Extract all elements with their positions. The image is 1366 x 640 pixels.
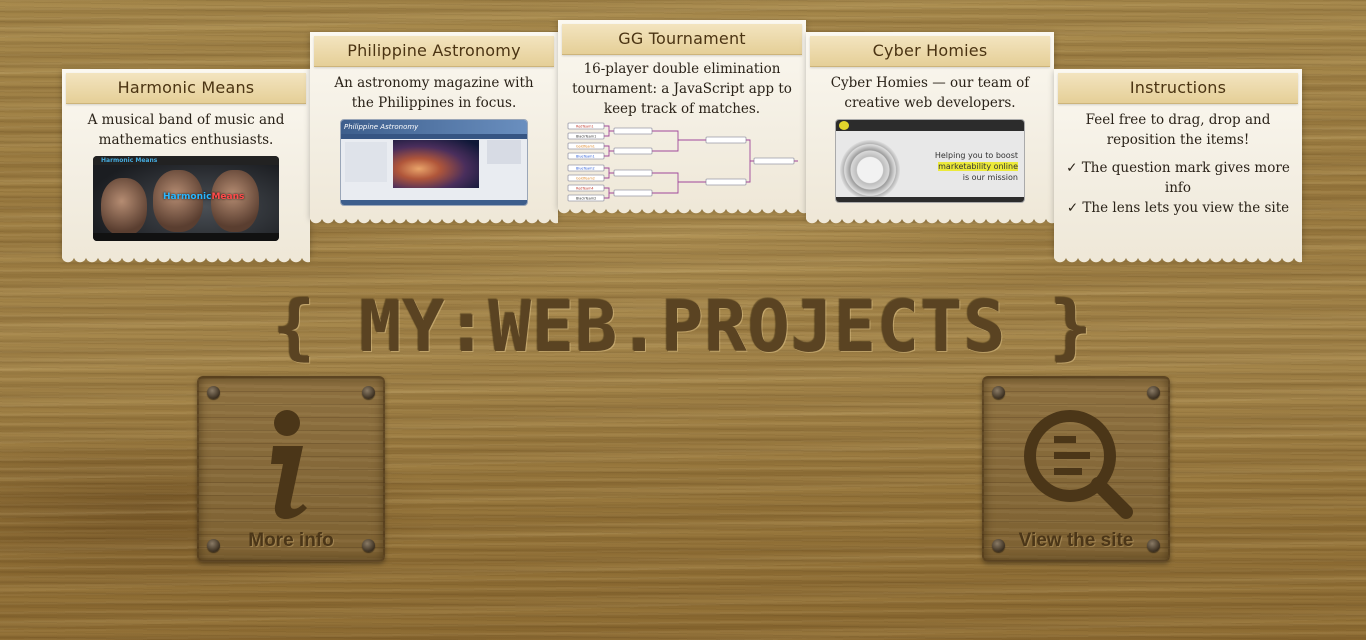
thumbnail-brand: HarmonicMeans	[163, 192, 245, 202]
thumbnail-logo	[839, 121, 849, 130]
project-thumbnail: Harmonic Means HarmonicMeans	[93, 156, 279, 241]
svg-text:GoldTeam2: GoldTeam2	[576, 177, 595, 181]
card-description: A musical band of music and mathematics …	[87, 112, 285, 148]
thumbnail-footer	[836, 197, 1024, 202]
more-info-button[interactable]: More info	[197, 376, 385, 562]
info-icon	[199, 398, 383, 532]
project-card-gg-tournament[interactable]: GG Tournament 16-player double eliminati…	[558, 20, 806, 217]
project-thumbnail: Philippine Astronomy	[340, 119, 528, 206]
card-description: 16-player double elimination tournament:…	[572, 61, 792, 117]
instructions-list: ✓ The question mark gives more info ✓ Th…	[1058, 150, 1298, 218]
thumbnail-footer	[341, 200, 527, 205]
card-description: An astronomy magazine with the Philippin…	[334, 75, 534, 111]
more-info-label: More info	[248, 530, 334, 551]
bolt-icon	[992, 386, 1005, 399]
thumbnail-navbar	[836, 120, 1024, 131]
tournament-bracket-icon: RedTeam1 GoldTeam1 RedTeam4 BlackTeam1 Bla…	[567, 122, 798, 202]
thumbnail-header: Philippine Astronomy	[341, 120, 527, 134]
card-title: Harmonic Means	[66, 73, 306, 104]
instructions-item: ✓ The question mark gives more info	[1066, 160, 1290, 196]
magnifier-icon	[984, 404, 1168, 528]
instructions-item: ✓ The lens lets you view the site	[1066, 200, 1290, 216]
svg-text:GoldTeam1: GoldTeam1	[576, 145, 595, 149]
thumbnail-tagline: Helping you to boost marketability onlin…	[934, 151, 1018, 182]
instructions-card[interactable]: Instructions Feel free to drag, drop and…	[1054, 69, 1302, 266]
project-card-harmonic-means[interactable]: Harmonic Means A musical band of music a…	[62, 69, 310, 266]
project-card-philippine-astronomy[interactable]: Philippine Astronomy An astronomy magazi…	[310, 32, 558, 227]
view-site-button[interactable]: View the site	[982, 376, 1170, 562]
card-title: Cyber Homies	[810, 36, 1050, 67]
thumbnail-textbox	[487, 140, 521, 164]
card-title: Instructions	[1058, 73, 1298, 104]
project-card-cyber-homies[interactable]: Cyber Homies Cyber Homies — our team of …	[806, 32, 1054, 227]
svg-text:RedTeam4: RedTeam4	[576, 187, 594, 191]
band-member-photo	[101, 178, 147, 236]
svg-text:BlackTeam1: BlackTeam1	[576, 135, 596, 139]
page-title: { MY:WEB.PROJECTS }	[273, 286, 1093, 368]
thumbnail-footer	[93, 233, 279, 241]
gear-graphic	[840, 140, 900, 200]
svg-text:BlackTeam2: BlackTeam2	[576, 197, 596, 201]
svg-text:RedTeam1: RedTeam1	[576, 125, 594, 129]
bracket-thumbnail: RedTeam1 GoldTeam1 RedTeam4 BlackTeam1 Bla…	[566, 121, 798, 203]
svg-text:BlueTeam1: BlueTeam1	[576, 155, 595, 159]
view-site-label: View the site	[1018, 530, 1134, 551]
nebula-image	[393, 140, 479, 188]
svg-text:BlueTeam2: BlueTeam2	[576, 167, 595, 171]
thumbnail-sidebar	[345, 142, 387, 182]
card-title: GG Tournament	[562, 24, 802, 55]
card-description: Cyber Homies — our team of creative web …	[830, 75, 1030, 111]
project-thumbnail: Helping you to boost marketability onlin…	[835, 119, 1025, 203]
thumbnail-navbar	[341, 134, 527, 139]
bolt-icon	[1147, 386, 1160, 399]
thumbnail-logo: Harmonic Means	[101, 157, 158, 164]
card-title: Philippine Astronomy	[314, 36, 554, 67]
card-description: Feel free to drag, drop and reposition t…	[1085, 112, 1271, 148]
